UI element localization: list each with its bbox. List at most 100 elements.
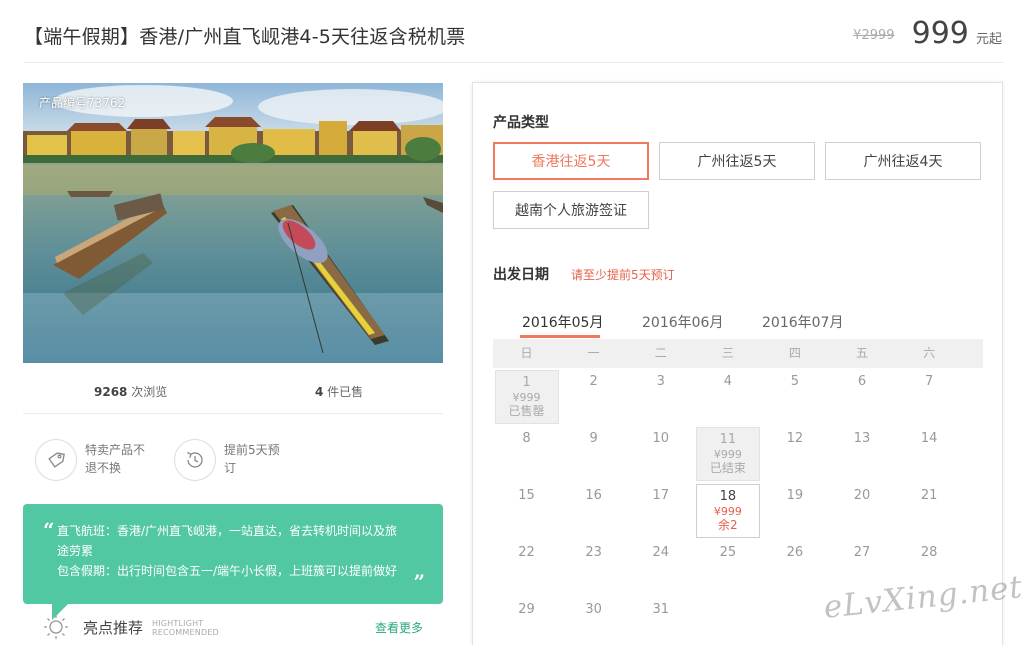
day-number: 2	[589, 374, 598, 389]
tab-month-june[interactable]: 2016年06月	[642, 312, 723, 332]
calendar-day: 21	[897, 484, 961, 538]
day-number: 27	[853, 545, 871, 560]
highlight-title: 亮点推荐	[83, 619, 144, 637]
highlight-section: 亮点推荐 HIGHTLIGHT RECOMMENDED 查看更多	[40, 612, 430, 642]
weekday-label: 五	[856, 346, 869, 360]
hoi-an-river-boats-image	[23, 83, 443, 363]
calendar-day: 16	[562, 484, 626, 538]
calendar-day: 10	[629, 427, 693, 481]
booking-panel: 产品类型 香港往返5天 广州往返5天 广州往返4天 越南个人旅游签证 出发日期 …	[472, 82, 1003, 645]
day-number: 23	[585, 545, 602, 560]
day-number: 16	[585, 488, 602, 503]
day-number: 26	[786, 545, 804, 560]
calendar-day: 20	[830, 484, 894, 538]
product-stats: 9268 次浏览 4 件已售	[23, 370, 443, 414]
calendar-day: 24	[629, 541, 693, 595]
calendar-day: 1 ¥999 已售罄	[494, 370, 559, 424]
weekday-label: 六	[923, 346, 936, 360]
day-number: 7	[925, 374, 934, 389]
day-number: 9	[589, 431, 598, 446]
option-gz-4day[interactable]: 广州往返4天	[825, 142, 981, 180]
calendar-day[interactable]: 18 ¥999 余2	[695, 484, 760, 538]
day-number: 11	[719, 432, 737, 447]
calendar-day: 23	[562, 541, 626, 595]
option-hk-5day[interactable]: 香港往返5天	[493, 142, 649, 180]
view-count: 9268 次浏览	[94, 385, 168, 399]
product-photo[interactable]: 产品编号73762	[23, 83, 443, 363]
calendar-day: 6	[830, 370, 894, 424]
weekday-label: 四	[788, 346, 801, 360]
month-tabs: 2016年05月 2016年06月 2016年07月	[493, 309, 983, 339]
day-number: 30	[585, 602, 602, 617]
departure-date-title: 出发日期	[493, 267, 549, 283]
calendar-day: 26	[763, 541, 827, 595]
weekday-label: 日	[520, 346, 533, 360]
day-number: 22	[518, 545, 535, 560]
day-number: 29	[518, 602, 535, 617]
day-status: 已售罄	[508, 404, 545, 418]
calendar-day: 4	[696, 370, 760, 424]
calendar-day: 2	[562, 370, 626, 424]
calendar-day: 9	[562, 427, 626, 481]
tag-icon	[35, 439, 77, 481]
day-price: ¥999	[512, 391, 541, 404]
price-box: ¥2999 999 元起	[853, 16, 1002, 51]
tab-month-july[interactable]: 2016年07月	[762, 312, 843, 332]
page-title: 【端午假期】香港/广州直飞岘港4-5天往返含税机票	[24, 26, 466, 48]
day-status: 已结束	[709, 461, 746, 475]
product-type-title: 产品类型	[493, 115, 549, 131]
day-number: 28	[920, 545, 938, 560]
day-number: 3	[656, 374, 665, 389]
calendar-day: 12	[763, 427, 827, 481]
calendar-day: 22	[495, 541, 559, 595]
calendar-day: 14	[897, 427, 961, 481]
original-price: ¥2999	[853, 28, 895, 43]
calendar-day: 25	[696, 541, 760, 595]
day-number: 4	[723, 374, 732, 389]
calendar-day: 19	[763, 484, 827, 538]
calendar-day: 3	[629, 370, 693, 424]
active-month-underline	[520, 335, 600, 338]
calendar-day: 7	[897, 370, 961, 424]
view-more-link[interactable]: 查看更多	[375, 619, 423, 636]
calendar-day: 13	[830, 427, 894, 481]
day-number: 1	[522, 375, 531, 390]
day-number: 12	[786, 431, 804, 446]
day-number: 18	[719, 489, 737, 504]
open-quote-icon: “	[43, 518, 55, 542]
weekday-label: 一	[587, 346, 600, 360]
calendar-day: 8	[495, 427, 559, 481]
day-number: 13	[853, 431, 871, 446]
option-gz-5day[interactable]: 广州往返5天	[659, 142, 815, 180]
day-number: 20	[853, 488, 871, 503]
day-number: 5	[790, 374, 800, 389]
highlight-subtitle: HIGHTLIGHT RECOMMENDED	[152, 619, 219, 637]
tab-month-may[interactable]: 2016年05月	[522, 312, 603, 332]
price-unit: 元起	[975, 32, 1002, 47]
sold-count: 4 件已售	[315, 385, 364, 399]
highlight-quote-box: “ 直飞航班：香港/广州直飞岘港，一站直达，省去转机时间以及旅途劳累 包含假期：…	[23, 504, 443, 604]
day-price: ¥999	[713, 448, 742, 461]
day-status: 余2	[718, 518, 738, 532]
day-number: 15	[518, 488, 535, 503]
day-number: 24	[652, 545, 670, 560]
close-quote-icon: ”	[413, 570, 425, 594]
day-number: 25	[719, 545, 737, 560]
day-number: 10	[652, 431, 670, 446]
quote-line-1: 直飞航班：香港/广州直飞岘港，一站直达，省去转机时间以及旅途劳累	[57, 524, 398, 558]
clock-history-icon	[174, 439, 216, 481]
day-number: 17	[652, 488, 670, 503]
day-number: 8	[522, 431, 531, 446]
weekday-header: 日 一 二 三 四 五 六	[493, 339, 983, 368]
calendar-day: 11 ¥999 已结束	[695, 427, 760, 481]
option-vietnam-visa[interactable]: 越南个人旅游签证	[493, 191, 649, 229]
day-number: 14	[920, 431, 938, 446]
sun-icon	[44, 615, 68, 639]
calendar-day: 15	[495, 484, 559, 538]
product-number: 产品编号73762	[39, 96, 126, 110]
quote-line-2: 包含假期：出行时间包含五一/端午小长假，上班簇可以提前做好	[57, 564, 398, 578]
calendar-day: 31	[629, 598, 693, 645]
day-number: 6	[857, 374, 867, 389]
day-number: 21	[920, 488, 938, 503]
calendar-day: 17	[629, 484, 693, 538]
